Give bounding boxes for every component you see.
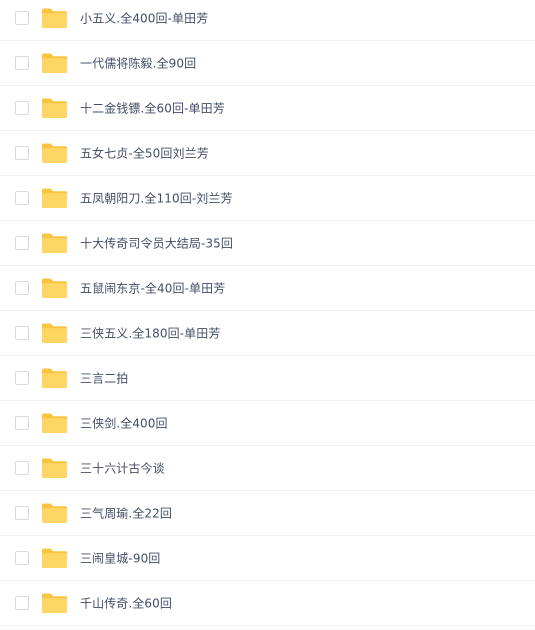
folder-icon: [41, 592, 68, 614]
row-checkbox[interactable]: [15, 146, 29, 160]
row-checkbox[interactable]: [15, 371, 29, 385]
row-checkbox[interactable]: [15, 416, 29, 430]
file-name[interactable]: 五女七贞-全50回刘兰芳: [80, 145, 209, 162]
row-checkbox[interactable]: [15, 281, 29, 295]
folder-icon: [41, 547, 68, 569]
file-name[interactable]: 三侠剑.全400回: [80, 415, 168, 432]
file-name[interactable]: 五凤朝阳刀.全110回-刘兰芳: [80, 190, 233, 207]
row-checkbox[interactable]: [15, 506, 29, 520]
folder-icon: [41, 52, 68, 74]
row-checkbox[interactable]: [15, 596, 29, 610]
file-row[interactable]: 三侠剑.全400回: [0, 401, 535, 446]
file-name[interactable]: 一代儒将陈毅.全90回: [80, 55, 196, 72]
folder-icon: [41, 187, 68, 209]
file-row[interactable]: 千山传奇.全60回: [0, 581, 535, 626]
file-name[interactable]: 三言二拍: [80, 370, 128, 387]
file-list: 小五义.全400回-单田芳 一代儒将陈毅.全90回 十二金钱镖.全60回-单田芳…: [0, 0, 535, 626]
file-row[interactable]: 三闹皇城-90回: [0, 536, 535, 581]
file-row[interactable]: 五凤朝阳刀.全110回-刘兰芳: [0, 176, 535, 221]
file-row[interactable]: 一代儒将陈毅.全90回: [0, 41, 535, 86]
folder-icon: [41, 502, 68, 524]
file-name[interactable]: 五鼠闹东京-全40回-单田芳: [80, 280, 225, 297]
file-name[interactable]: 小五义.全400回-单田芳: [80, 10, 208, 27]
file-name[interactable]: 三侠五义.全180回-单田芳: [80, 325, 220, 342]
row-checkbox[interactable]: [15, 236, 29, 250]
folder-icon: [41, 412, 68, 434]
folder-icon: [41, 232, 68, 254]
folder-icon: [41, 322, 68, 344]
file-name[interactable]: 三闹皇城-90回: [80, 550, 160, 567]
file-row[interactable]: 十大传奇司令员大结局-35回: [0, 221, 535, 266]
file-row[interactable]: 五女七贞-全50回刘兰芳: [0, 131, 535, 176]
row-checkbox[interactable]: [15, 11, 29, 25]
folder-icon: [41, 457, 68, 479]
file-row[interactable]: 小五义.全400回-单田芳: [0, 0, 535, 41]
file-row[interactable]: 三言二拍: [0, 356, 535, 401]
folder-icon: [41, 142, 68, 164]
file-row[interactable]: 十二金钱镖.全60回-单田芳: [0, 86, 535, 131]
row-checkbox[interactable]: [15, 461, 29, 475]
file-row[interactable]: 三十六计古今谈: [0, 446, 535, 491]
file-name[interactable]: 十大传奇司令员大结局-35回: [80, 235, 233, 252]
file-row[interactable]: 三侠五义.全180回-单田芳: [0, 311, 535, 356]
folder-icon: [41, 277, 68, 299]
folder-icon: [41, 97, 68, 119]
file-row[interactable]: 三气周瑜.全22回: [0, 491, 535, 536]
row-checkbox[interactable]: [15, 326, 29, 340]
file-row[interactable]: 五鼠闹东京-全40回-单田芳: [0, 266, 535, 311]
row-checkbox[interactable]: [15, 101, 29, 115]
file-name[interactable]: 三气周瑜.全22回: [80, 505, 172, 522]
file-name[interactable]: 三十六计古今谈: [80, 460, 165, 477]
row-checkbox[interactable]: [15, 191, 29, 205]
row-checkbox[interactable]: [15, 551, 29, 565]
folder-icon: [41, 7, 68, 29]
file-name[interactable]: 千山传奇.全60回: [80, 595, 172, 612]
row-checkbox[interactable]: [15, 56, 29, 70]
file-name[interactable]: 十二金钱镖.全60回-单田芳: [80, 100, 225, 117]
folder-icon: [41, 367, 68, 389]
